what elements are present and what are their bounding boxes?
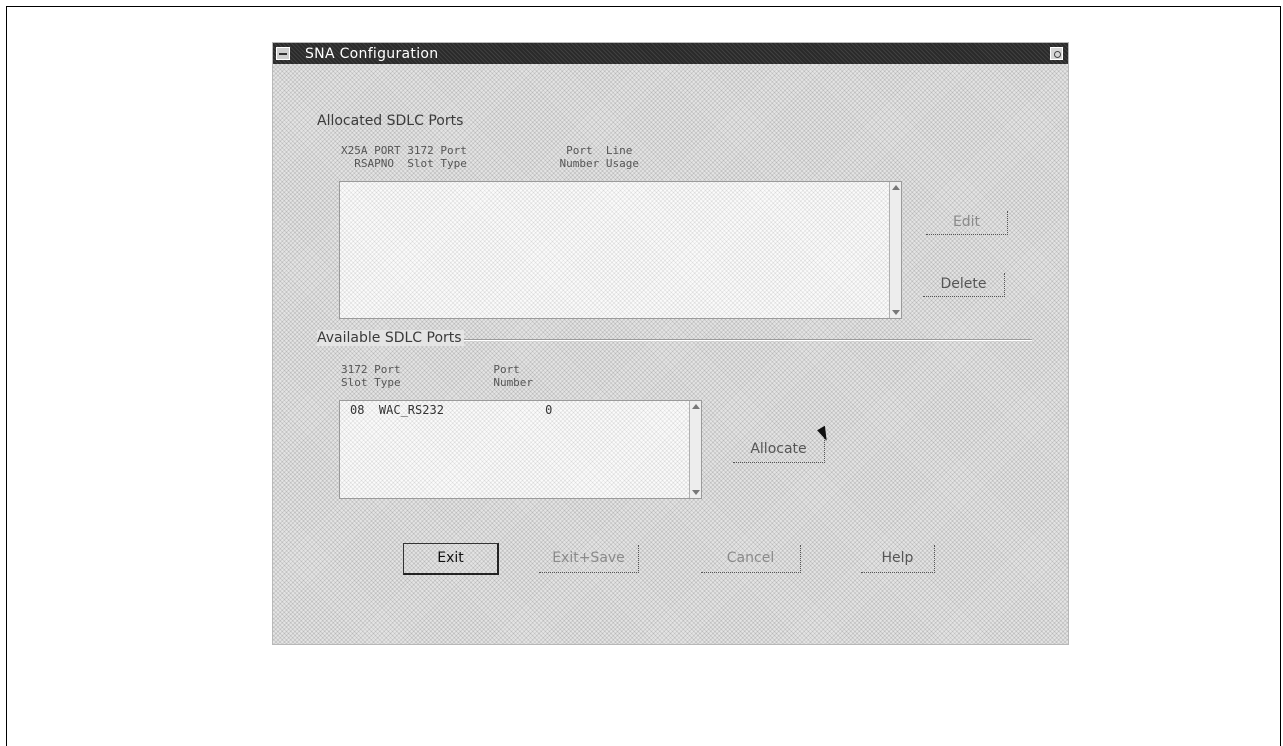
available-header-line2: Slot Type Number [341,376,534,389]
allocated-ports-list[interactable] [339,181,902,319]
available-header-line1: 3172 Port Port [341,363,520,376]
allocated-header-line2: RSAPNO Slot Type Number Usage [341,157,640,170]
exit-save-button[interactable]: Exit+Save [539,545,639,573]
minimize-icon[interactable] [1050,47,1063,60]
available-ports-list[interactable]: 08 WAC_RS232 0 [339,400,702,499]
scroll-down-icon[interactable] [892,310,900,315]
sna-configuration-window: SNA Configuration Allocated SDLC Ports X… [272,42,1069,645]
allocated-ports-label: Allocated SDLC Ports [317,113,464,129]
system-menu-icon[interactable] [276,47,290,60]
scroll-up-icon[interactable] [892,185,900,190]
cancel-button[interactable]: Cancel [701,545,801,573]
list-item[interactable]: 08 WAC_RS232 0 [350,403,552,417]
delete-button[interactable]: Delete [923,273,1005,297]
allocate-button[interactable]: Allocate [733,437,825,463]
available-ports-label: Available SDLC Ports [317,330,464,346]
help-button[interactable]: Help [861,545,935,573]
scroll-up-icon[interactable] [692,404,700,409]
allocated-list-scrollbar[interactable] [889,182,901,318]
window-title: SNA Configuration [305,46,439,62]
title-bar[interactable]: SNA Configuration [273,43,1068,64]
available-list-scrollbar[interactable] [689,401,701,498]
exit-button[interactable]: Exit [403,543,499,575]
edit-button[interactable]: Edit [926,211,1008,235]
scroll-down-icon[interactable] [692,490,700,495]
allocated-header-line1: X25A PORT 3172 Port Port Line [341,144,633,157]
